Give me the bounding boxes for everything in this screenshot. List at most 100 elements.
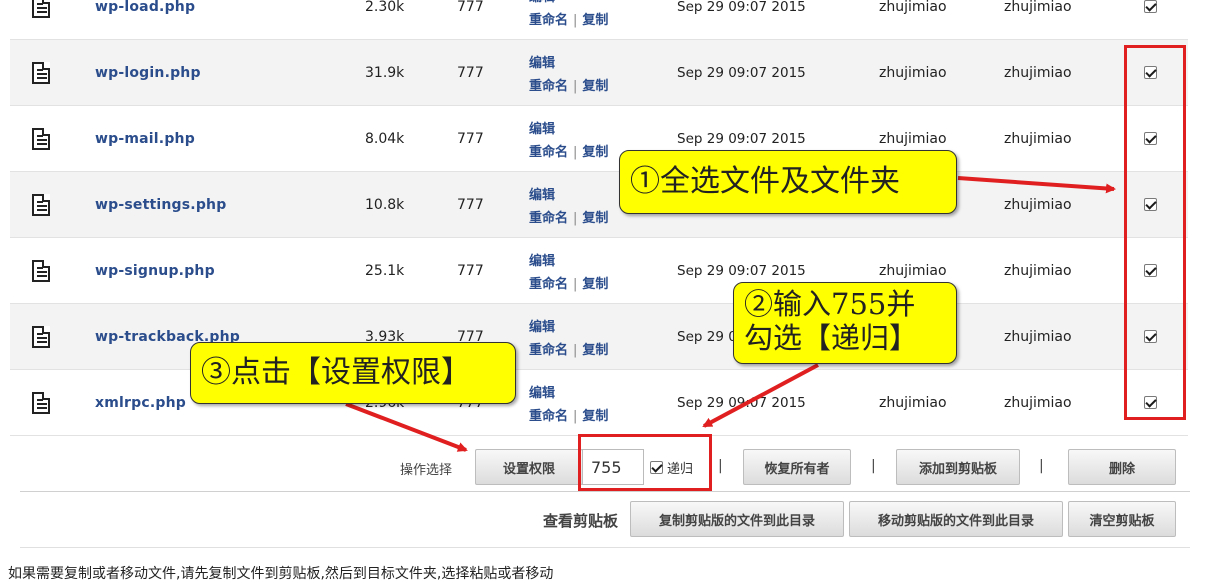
add-to-clipboard-button[interactable]: 添加到剪贴板: [896, 449, 1020, 485]
input-highlight-box: [578, 434, 712, 491]
clipboard-label: 查看剪贴板: [543, 512, 619, 530]
annotation-step3: ③点击【设置权限】: [190, 342, 516, 404]
file-select-checkbox[interactable]: [1144, 0, 1157, 39]
file-operations: 编辑 重命名 | 复制: [529, 370, 608, 435]
file-name-link[interactable]: wp-login.php: [95, 40, 201, 105]
file-permission: 777: [457, 64, 484, 81]
file-date: Sep 29 09:07 2015: [677, 0, 806, 15]
annotation-step2: ②输入755并 勾选【递归】: [733, 282, 957, 364]
file-operations: 编辑 重命名 | 复制: [529, 0, 608, 39]
file-date: Sep 29 09:07 2015: [677, 64, 806, 81]
file-owner: zhujimiao: [879, 0, 947, 15]
annotation-step2-line1: ②输入755并: [744, 287, 916, 321]
file-name-link[interactable]: xmlrpc.php: [95, 370, 186, 435]
file-icon: [32, 238, 50, 303]
table-row: wp-login.php 31.9k 777 编辑 重命名 | 复制 Sep 29 …: [10, 40, 1188, 106]
clipboard-tip: 如果需要复制或者移动文件,请先复制文件到剪贴板,然后到目标文件夹,选择粘贴或者移…: [8, 566, 554, 582]
file-operations: 编辑 重命名 | 复制: [529, 172, 608, 237]
copy-link[interactable]: 复制: [582, 145, 608, 160]
copy-link[interactable]: 复制: [582, 409, 608, 424]
file-permission: 777: [457, 262, 484, 279]
set-permission-button[interactable]: 设置权限: [475, 449, 583, 485]
toolbar-separator: |: [1039, 458, 1044, 474]
copy-link[interactable]: 复制: [582, 79, 608, 94]
file-icon: [32, 106, 50, 171]
file-name-link[interactable]: wp-signup.php: [95, 238, 215, 303]
edit-link[interactable]: 编辑: [529, 184, 555, 203]
ops-separator: |: [573, 408, 578, 424]
file-group: zhujimiao: [1004, 328, 1072, 345]
file-size: 8.04k: [365, 130, 405, 147]
file-icon: [32, 40, 50, 105]
copy-link[interactable]: 复制: [582, 277, 608, 292]
table-row: wp-settings.php 10.8k 777 编辑 重命名|复制 Sep …: [10, 172, 1188, 238]
file-group: zhujimiao: [1004, 196, 1072, 213]
file-permission: 777: [457, 0, 484, 15]
file-permission: 777: [457, 130, 484, 147]
file-table: wp-load.php 2.30k 777 编辑 重命名 | 复制 Sep 29 0…: [10, 0, 1188, 436]
file-owner: zhujimiao: [879, 394, 947, 411]
file-icon: [32, 370, 50, 435]
rename-link[interactable]: 重命名: [529, 145, 568, 160]
file-operations: 编辑 重命名 | 复制: [529, 106, 608, 171]
edit-link[interactable]: 编辑: [529, 0, 555, 5]
file-group: zhujimiao: [1004, 0, 1072, 15]
rename-link[interactable]: 重命名: [529, 79, 568, 94]
edit-link[interactable]: 编辑: [529, 316, 555, 335]
file-owner: zhujimiao: [879, 64, 947, 81]
file-name-link[interactable]: wp-load.php: [95, 0, 195, 39]
copy-link[interactable]: 复制: [582, 13, 608, 28]
file-size: 31.9k: [365, 64, 405, 81]
move-clipboard-here-button[interactable]: 移动剪贴版的文件到此目录: [849, 501, 1063, 537]
edit-link[interactable]: 编辑: [529, 250, 555, 269]
file-group: zhujimiao: [1004, 394, 1072, 411]
file-group: zhujimiao: [1004, 262, 1072, 279]
rename-link[interactable]: 重命名: [529, 13, 568, 28]
file-operations: 编辑 重命名 | 复制: [529, 304, 608, 369]
file-icon: [32, 304, 50, 369]
restore-owner-button[interactable]: 恢复所有者: [743, 449, 851, 485]
table-row: wp-load.php 2.30k 777 编辑 重命名 | 复制 Sep 29 0…: [10, 0, 1188, 40]
action-label: 操作选择: [400, 463, 453, 478]
table-row: wp-trackback.php 3.93k 777 编辑 重命名 | 复制 Sep…: [10, 304, 1188, 370]
rename-link[interactable]: 重命名: [529, 211, 568, 226]
copy-link[interactable]: 复制: [582, 211, 608, 226]
rename-link[interactable]: 重命名: [529, 343, 568, 358]
file-operations: 编辑 重命名 | 复制: [529, 238, 608, 303]
rename-link[interactable]: 重命名: [529, 277, 568, 292]
file-name-link[interactable]: wp-mail.php: [95, 106, 195, 171]
annotation-step1: ①全选文件及文件夹: [619, 150, 957, 214]
file-name-link[interactable]: wp-settings.php: [95, 172, 226, 237]
copy-link[interactable]: 复制: [582, 343, 608, 358]
table-row: wp-signup.php 25.1k 777 编辑 重命名 | 复制 Sep 29…: [10, 238, 1188, 304]
file-icon: [32, 0, 50, 39]
ops-separator: |: [573, 342, 578, 358]
file-permission: 777: [457, 196, 484, 213]
file-operations: 编辑 重命名 | 复制: [529, 40, 608, 105]
ops-separator: |: [573, 276, 578, 292]
edit-link[interactable]: 编辑: [529, 52, 555, 71]
clear-clipboard-button[interactable]: 清空剪贴板: [1068, 501, 1176, 537]
file-icon: [32, 172, 50, 237]
rename-link[interactable]: 重命名: [529, 409, 568, 424]
edit-link[interactable]: 编辑: [529, 382, 555, 401]
divider: [20, 547, 1190, 548]
toolbar-separator: |: [871, 458, 876, 474]
file-group: zhujimiao: [1004, 130, 1072, 147]
table-row: wp-mail.php 8.04k 777 编辑 重命名 | 复制 Sep 29 0…: [10, 106, 1188, 172]
checkbox-highlight-box: [1124, 45, 1186, 420]
edit-link[interactable]: 编辑: [529, 118, 555, 137]
ops-separator: |: [573, 12, 578, 28]
toolbar-separator: |: [718, 458, 723, 474]
ops-separator: |: [573, 144, 578, 160]
ops-separator: |: [573, 78, 578, 94]
table-row: xmlrpc.php 2.96k 777 编辑 重命名|复制 Sep 29 09…: [10, 370, 1188, 436]
file-size: 10.8k: [365, 196, 405, 213]
file-group: zhujimiao: [1004, 64, 1072, 81]
copy-clipboard-here-button[interactable]: 复制剪贴版的文件到此目录: [630, 501, 844, 537]
ops-separator: |: [573, 210, 578, 226]
delete-button[interactable]: 删除: [1068, 449, 1176, 485]
file-date: Sep 29 09:07 2015: [677, 394, 806, 411]
divider: [20, 491, 1190, 492]
annotation-step2-line2: 勾选【递归】: [744, 321, 919, 355]
